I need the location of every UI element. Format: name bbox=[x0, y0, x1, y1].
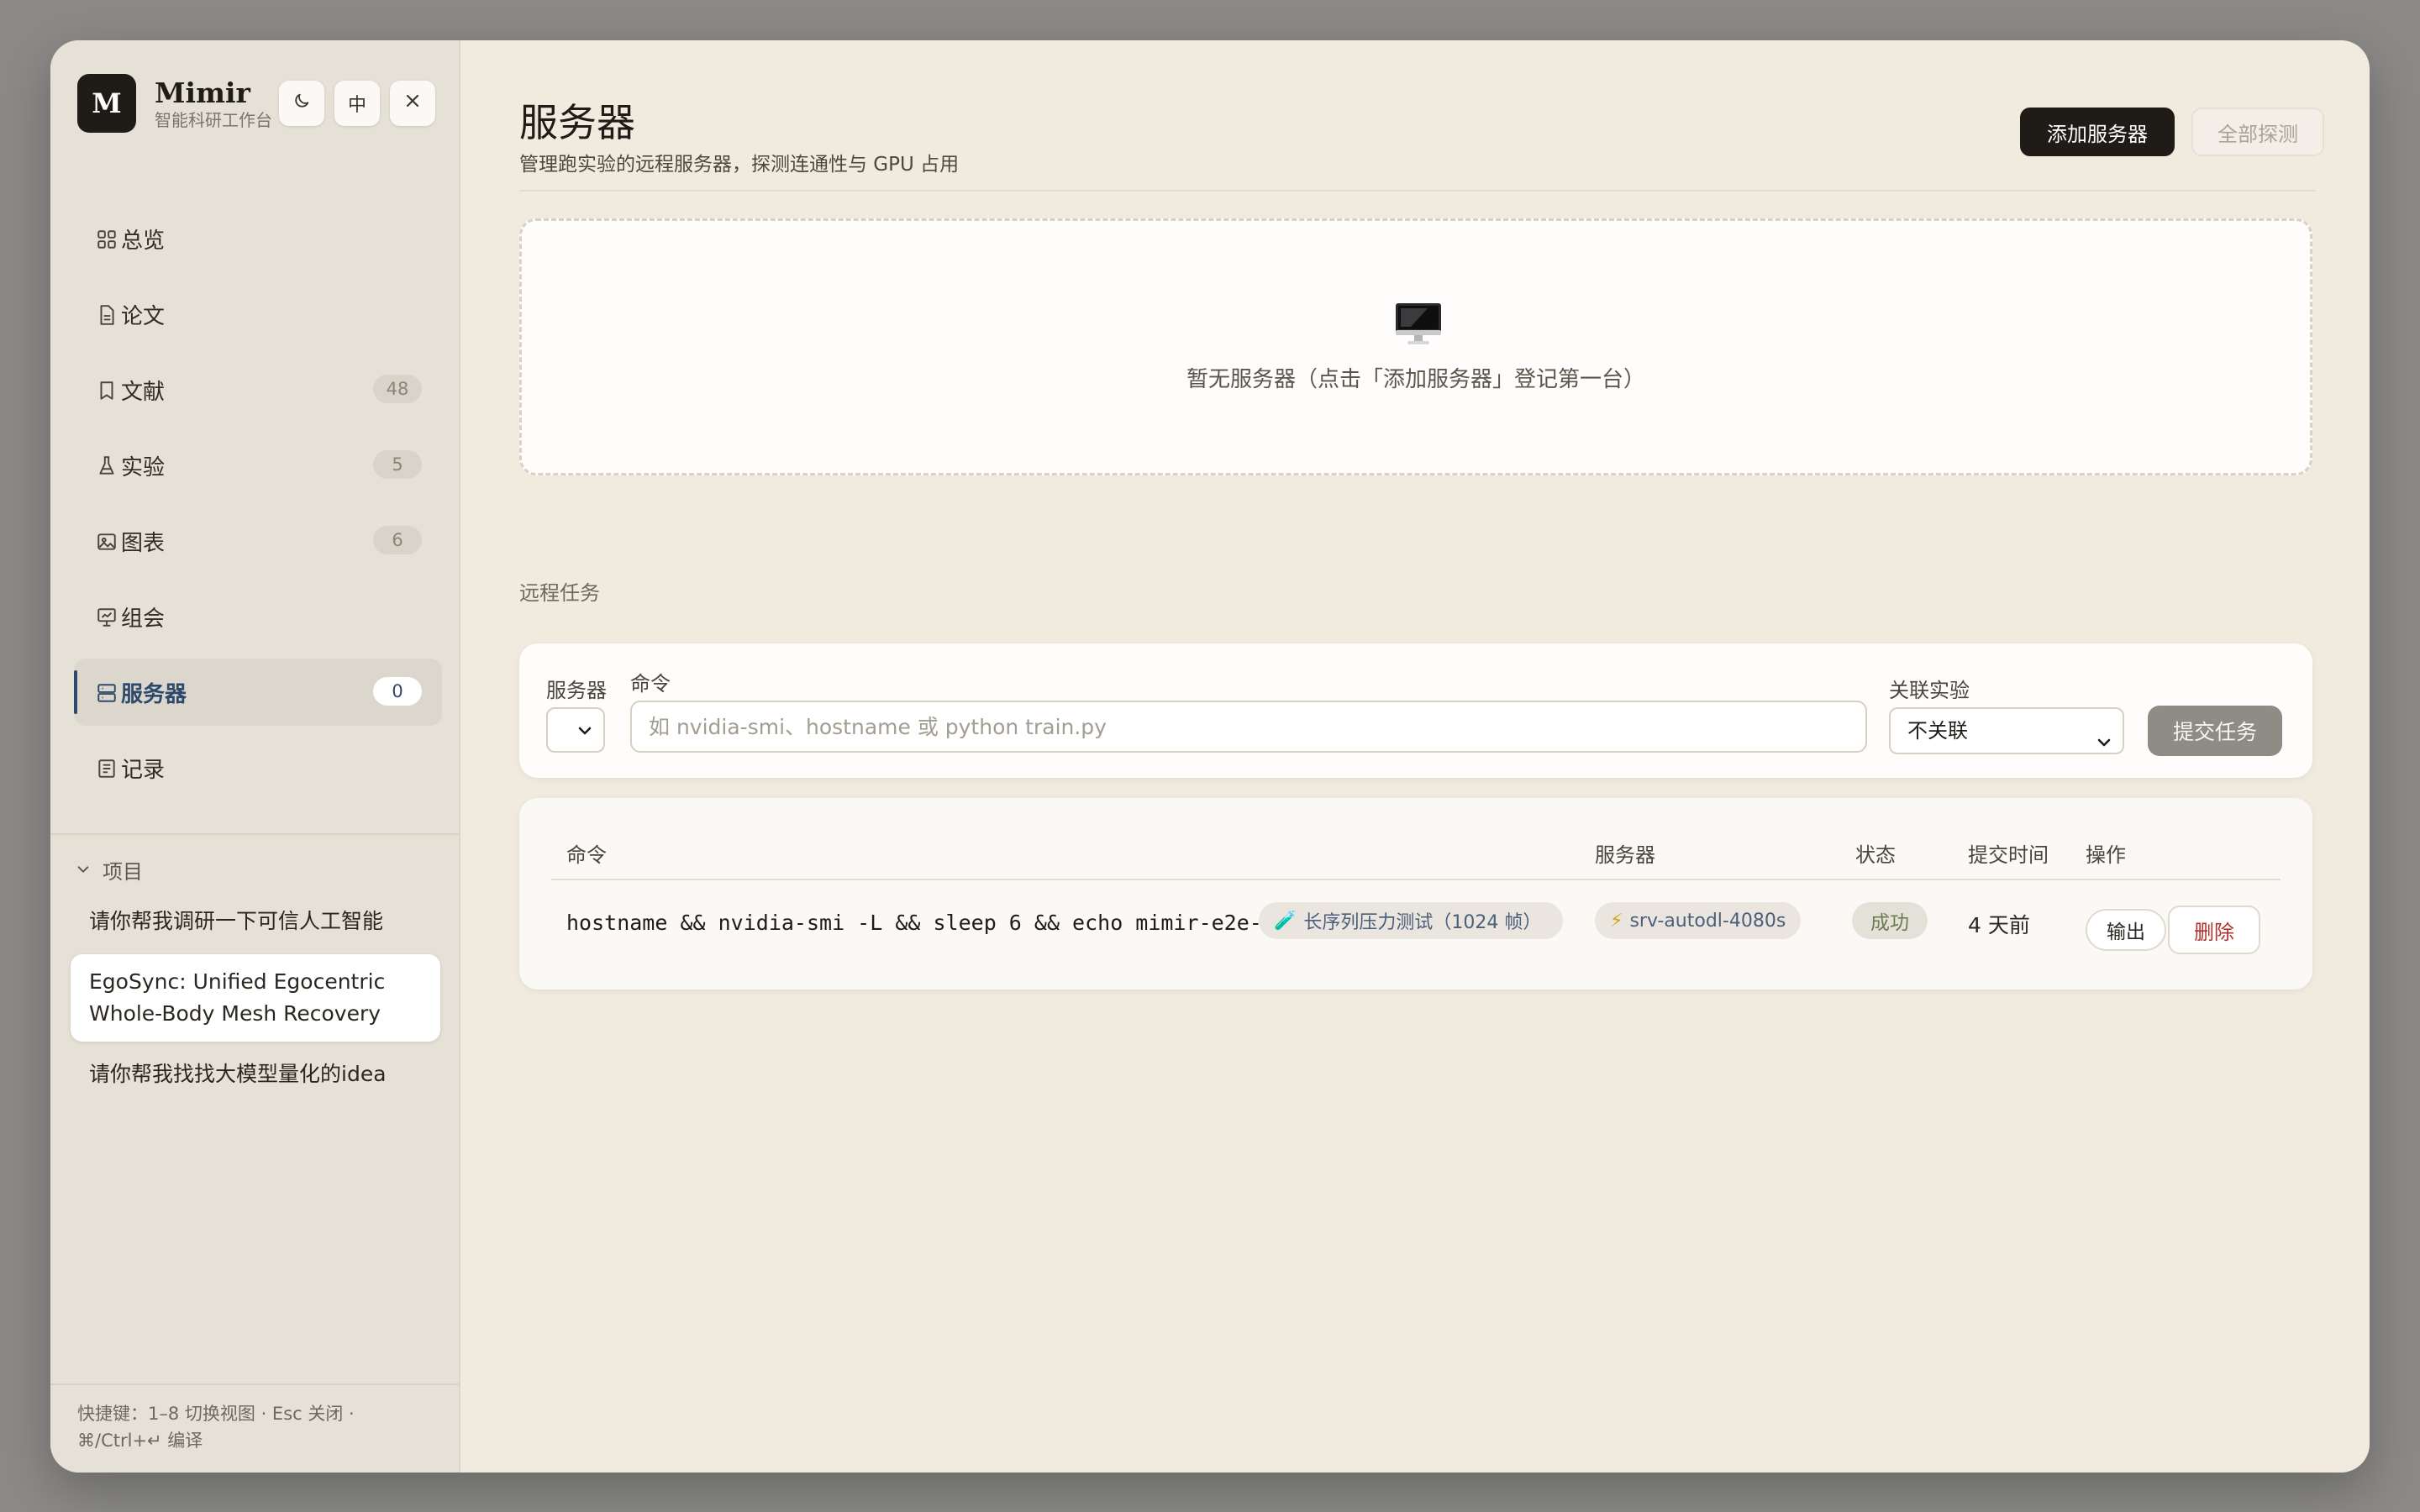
chevron-down-icon bbox=[76, 858, 91, 882]
nav-count-badge: 0 bbox=[373, 677, 422, 706]
column-header: 服务器 bbox=[1595, 843, 1655, 867]
remote-task-table: 命令 服务器 状态 提交时间 操作 hostname && nvidia-smi… bbox=[519, 798, 2312, 990]
submit-task-button[interactable]: 提交任务 bbox=[2148, 706, 2282, 756]
nav-label: 记录 bbox=[121, 757, 166, 783]
main-nav: 总览 论文 文献 48 实验 5 图表 6 组会 服务器 0 记录 bbox=[74, 205, 442, 810]
presentation-icon bbox=[96, 606, 118, 628]
nav-label: 图表 bbox=[121, 530, 166, 556]
shortcut-hint-line: 快捷键：1–8 切换视图 · Esc 关闭 · bbox=[77, 1404, 355, 1424]
nav-label: 服务器 bbox=[121, 681, 187, 707]
command-label: 命令 bbox=[630, 672, 671, 696]
close-icon bbox=[404, 92, 421, 114]
command-input[interactable] bbox=[630, 701, 1867, 753]
submit-time: 4 天前 bbox=[1968, 913, 2030, 937]
flask-icon bbox=[96, 455, 118, 477]
server-empty-state: 暂无服务器（点击「添加服务器」登记第一台） bbox=[519, 218, 2312, 475]
project-item[interactable]: 请你帮我找找大模型量化的idea bbox=[71, 1047, 440, 1102]
nav-item-figures[interactable]: 图表 6 bbox=[74, 507, 442, 575]
app-subtitle: 智能科研工作台 bbox=[155, 110, 272, 130]
delete-button[interactable]: 删除 bbox=[2168, 906, 2260, 954]
sidebar-divider bbox=[50, 833, 459, 835]
output-button[interactable]: 输出 bbox=[2086, 909, 2166, 951]
nav-item-literature[interactable]: 文献 48 bbox=[74, 356, 442, 423]
nav-count-badge: 48 bbox=[373, 375, 422, 403]
column-header: 操作 bbox=[2086, 843, 2126, 867]
page-title: 服务器 bbox=[519, 100, 635, 145]
nav-label: 组会 bbox=[121, 606, 166, 632]
document-icon bbox=[96, 304, 118, 326]
chevron-down-icon bbox=[576, 722, 593, 743]
image-icon bbox=[96, 531, 118, 553]
remote-task-form: 服务器 命令 关联实验 不关联 提交任务 bbox=[519, 643, 2312, 778]
experiment-select-value: 不关联 bbox=[1907, 719, 1968, 743]
nav-label: 实验 bbox=[121, 454, 166, 480]
language-toggle-button[interactable]: 中 bbox=[334, 81, 380, 126]
project-item[interactable]: EgoSync: Unified Egocentric Whole-Body M… bbox=[71, 954, 440, 1042]
nav-count-badge: 6 bbox=[373, 526, 422, 554]
column-header: 状态 bbox=[1855, 843, 1896, 867]
column-header: 命令 bbox=[566, 843, 607, 867]
add-server-button[interactable]: 添加服务器 bbox=[2020, 108, 2175, 156]
nav-item-notes[interactable]: 记录 bbox=[74, 734, 442, 801]
empty-state-text: 暂无服务器（点击「添加服务器」登记第一台） bbox=[1186, 367, 1645, 392]
sidebar: M Mimir 智能科研工作台 中 总览 论文 文献 48 实验 5 图表 6 … bbox=[50, 40, 460, 1473]
server-icon bbox=[96, 682, 118, 704]
nav-item-meetings[interactable]: 组会 bbox=[74, 583, 442, 650]
nav-label: 文献 bbox=[121, 379, 166, 405]
app-logo: M bbox=[77, 74, 136, 133]
nav-count-badge: 5 bbox=[373, 450, 422, 479]
moon-icon bbox=[292, 92, 311, 115]
status-badge: 成功 bbox=[1852, 902, 1928, 939]
projects-toggle[interactable]: 项目 bbox=[76, 855, 143, 885]
theme-toggle-button[interactable] bbox=[279, 81, 324, 126]
main-content: 服务器 管理跑实验的远程服务器，探测连通性与 GPU 占用 添加服务器 全部探测… bbox=[460, 40, 2370, 1473]
experiment-name: 长序列压力测试（1024 帧） bbox=[1303, 912, 1542, 933]
shortcut-hint: 快捷键：1–8 切换视图 · Esc 关闭 · ⌘/Ctrl+↵ 编译 bbox=[50, 1383, 459, 1473]
monitor-icon bbox=[1394, 302, 1443, 347]
header-divider bbox=[519, 190, 2316, 192]
nav-item-experiments[interactable]: 实验 5 bbox=[74, 432, 442, 499]
project-item[interactable]: 请你帮我调研一下可信人工智能 bbox=[71, 894, 440, 949]
experiment-select[interactable]: 不关联 bbox=[1889, 707, 2124, 754]
server-select[interactable] bbox=[546, 707, 605, 753]
test-tube-icon: 🧪 bbox=[1274, 910, 1297, 932]
notes-icon bbox=[96, 758, 118, 780]
nav-item-overview[interactable]: 总览 bbox=[74, 205, 442, 272]
brand: M Mimir 智能科研工作台 bbox=[77, 74, 272, 133]
server-chip: ⚡ srv-autodl-4080s bbox=[1595, 902, 1802, 939]
bookmark-icon bbox=[96, 380, 118, 402]
probe-all-button[interactable]: 全部探测 bbox=[2191, 108, 2324, 156]
grid-icon bbox=[96, 228, 118, 250]
project-list: 请你帮我调研一下可信人工智能 EgoSync: Unified Egocentr… bbox=[71, 894, 440, 1107]
column-header: 提交时间 bbox=[1968, 843, 2049, 867]
nav-item-servers[interactable]: 服务器 0 bbox=[74, 659, 442, 726]
experiment-link-chip[interactable]: 🧪 长序列压力测试（1024 帧） bbox=[1259, 902, 1564, 939]
nav-label: 论文 bbox=[121, 303, 166, 329]
close-sidebar-button[interactable] bbox=[390, 81, 435, 126]
table-header-divider bbox=[551, 879, 2281, 880]
table-row: hostname && nvidia-smi -L && sleep 6 && … bbox=[519, 892, 2312, 959]
app-name: Mimir bbox=[155, 76, 250, 109]
task-command: hostname && nvidia-smi -L && sleep 6 && … bbox=[566, 911, 1287, 935]
projects-heading: 项目 bbox=[103, 860, 143, 884]
page-subtitle: 管理跑实验的远程服务器，探测连通性与 GPU 占用 bbox=[519, 154, 960, 176]
remote-tasks-heading: 远程任务 bbox=[519, 581, 600, 605]
app-window: M Mimir 智能科研工作台 中 总览 论文 文献 48 实验 5 图表 6 … bbox=[50, 40, 2370, 1473]
nav-item-papers[interactable]: 论文 bbox=[74, 281, 442, 348]
experiment-label: 关联实验 bbox=[1889, 679, 1970, 702]
server-label: 服务器 bbox=[546, 679, 607, 702]
shortcut-hint-line: ⌘/Ctrl+↵ 编译 bbox=[77, 1431, 203, 1451]
server-name: srv-autodl-4080s bbox=[1629, 910, 1786, 932]
chevron-down-icon bbox=[2096, 722, 2112, 766]
nav-label: 总览 bbox=[121, 228, 166, 254]
lightning-icon: ⚡ bbox=[1610, 910, 1623, 932]
